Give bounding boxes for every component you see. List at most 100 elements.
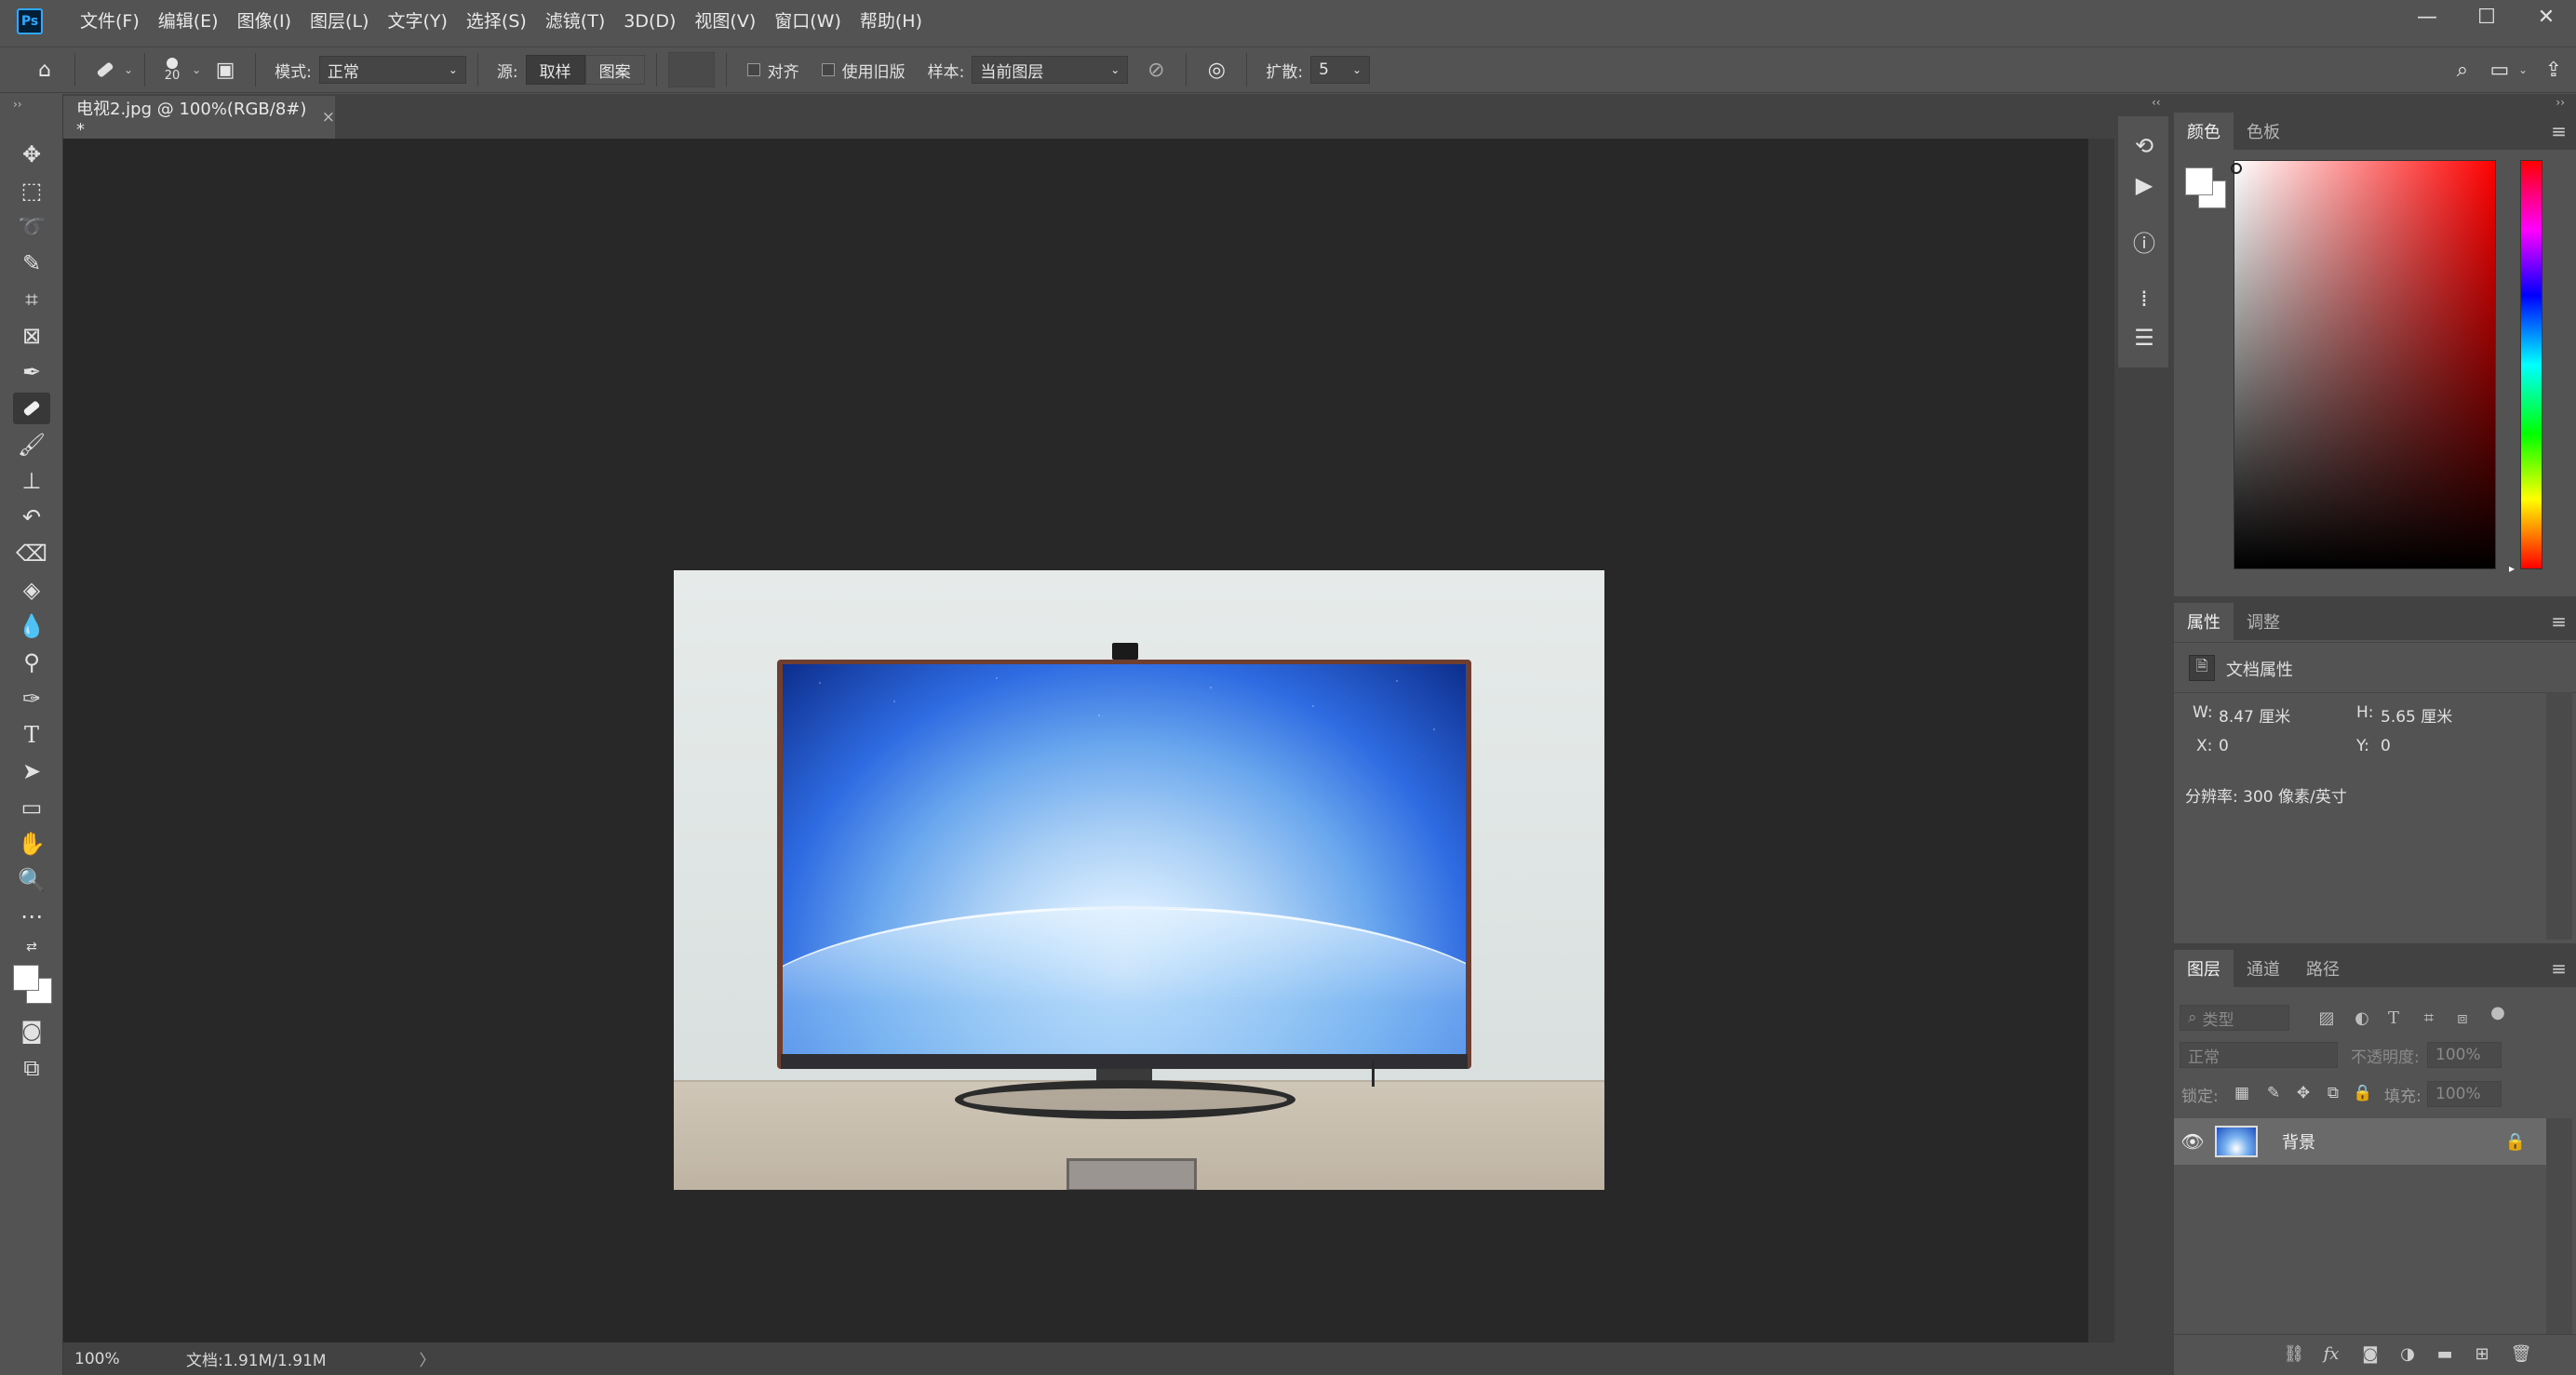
layer-row[interactable]: 👁 背景 🔒 (2174, 1118, 2546, 1165)
fx-icon[interactable]: fx (2317, 1340, 2345, 1368)
info-panel-icon[interactable]: ⓘ (2128, 225, 2160, 257)
color-picker-cursor[interactable] (2231, 163, 2242, 174)
brush-settings-panel-icon[interactable]: ⁞ (2128, 283, 2160, 314)
screen-mode-icon[interactable]: ⧉ (13, 1052, 50, 1084)
new-layer-icon[interactable]: ⊞ (2468, 1340, 2496, 1368)
menu-3d[interactable]: 3D(D) (614, 0, 685, 43)
share-icon[interactable]: ⇪ (2535, 51, 2572, 88)
menu-select[interactable]: 选择(S) (457, 0, 536, 43)
color-saturation-field[interactable] (2234, 160, 2496, 569)
more-tools-icon[interactable]: ⋯ (13, 901, 50, 932)
lasso-icon[interactable]: ➰ (13, 211, 50, 243)
add-mask-icon[interactable]: ◙ (2356, 1340, 2384, 1368)
link-layers-icon[interactable]: ⛓ (2280, 1340, 2308, 1368)
tab-properties[interactable]: 属性 (2174, 603, 2234, 640)
mode-select[interactable]: 正常 ⌄ (318, 56, 466, 84)
tab-channels[interactable]: 通道 (2234, 950, 2293, 987)
lock-artboard-icon[interactable]: ⧉ (2321, 1081, 2345, 1105)
adjustment-filter-icon[interactable]: ◐ (2349, 1005, 2375, 1031)
sample-select[interactable]: 当前图层 ⌄ (972, 56, 1129, 84)
chevron-down-icon[interactable]: ⌄ (124, 63, 133, 76)
hue-slider-marker[interactable]: ▸ (2509, 562, 2515, 575)
tool-presets-panel-icon[interactable]: ☰ (2128, 322, 2160, 354)
eraser-icon[interactable]: ⌫ (13, 538, 50, 569)
tab-swatches[interactable]: 色板 (2234, 113, 2293, 150)
tab-layers[interactable]: 图层 (2174, 950, 2234, 987)
tab-paths[interactable]: 路径 (2293, 950, 2353, 987)
search-icon[interactable]: ⌕ (2444, 51, 2481, 88)
menu-type[interactable]: 文字(Y) (378, 0, 456, 43)
smart-object-filter-icon[interactable]: ⧈ (2449, 1005, 2475, 1031)
diffusion-select[interactable]: 5 ⌄ (1310, 56, 1371, 84)
type-icon[interactable]: T (13, 719, 50, 751)
aligned-checkbox[interactable] (746, 63, 760, 76)
home-icon[interactable]: ⌂ (26, 51, 63, 88)
brush-settings-icon[interactable]: ▣ (207, 51, 244, 88)
blend-mode-select[interactable]: 正常 (2180, 1042, 2338, 1068)
status-menu-arrow[interactable]: 〉 (420, 1347, 436, 1370)
tab-color[interactable]: 颜色 (2174, 113, 2234, 150)
actions-panel-icon[interactable]: ▶ (2128, 169, 2160, 201)
close-tab-icon[interactable]: × (322, 108, 335, 127)
delete-layer-icon[interactable]: 🗑 (2507, 1340, 2535, 1368)
crop-icon[interactable]: ⌗ (13, 284, 50, 315)
menu-filter[interactable]: 滤镜(T) (536, 0, 614, 43)
canvas-scrollbar[interactable] (2088, 139, 2114, 1342)
opacity-input[interactable]: 100% (2427, 1042, 2502, 1068)
move-icon[interactable]: ✥ (13, 139, 50, 170)
fill-input[interactable]: 100% (2427, 1081, 2502, 1107)
pressure-size-icon[interactable]: ◎ (1198, 51, 1235, 88)
menu-edit[interactable]: 编辑(E) (149, 0, 228, 43)
layer-name[interactable]: 背景 (2282, 1129, 2315, 1154)
adjustment-layer-icon[interactable]: ◑ (2394, 1340, 2422, 1368)
menu-layer[interactable]: 图层(L) (301, 0, 378, 43)
lock-image-icon[interactable]: ✎ (2261, 1081, 2286, 1105)
panel-menu-icon[interactable]: ≡ (2551, 957, 2567, 980)
hand-icon[interactable]: ✋ (13, 828, 50, 860)
width-value[interactable]: 8.47 厘米 (2219, 703, 2290, 727)
workspace-icon[interactable]: ▭ (2481, 51, 2518, 88)
pen-icon[interactable]: ✑ (13, 683, 50, 714)
document-tab[interactable]: 电视2.jpg @ 100%(RGB/8#) * × (63, 96, 335, 140)
chevron-down-icon[interactable]: ⌄ (2518, 63, 2528, 76)
brush-icon[interactable]: 🖌 (13, 429, 50, 461)
new-group-icon[interactable]: ▬ (2431, 1340, 2459, 1368)
menu-help[interactable]: 帮助(H) (851, 0, 932, 43)
ignore-adjustment-layers-icon[interactable]: ⊘ (1137, 51, 1174, 88)
filter-toggle-icon[interactable]: ● (2485, 999, 2511, 1025)
zoom-level[interactable]: 100% (63, 1350, 128, 1368)
tool-preset-picker[interactable] (87, 51, 124, 88)
chevron-down-icon[interactable]: ⌄ (192, 63, 201, 76)
pattern-picker[interactable] (667, 52, 715, 87)
swap-colors-icon[interactable]: ⇄ (13, 931, 50, 963)
menu-file[interactable]: 文件(F) (71, 0, 149, 43)
menu-view[interactable]: 视图(V) (685, 0, 765, 43)
zoom-icon[interactable]: 🔍 (13, 864, 50, 896)
layer-filter-select[interactable]: ⌕ 类型 (2180, 1005, 2289, 1031)
visibility-eye-icon[interactable]: 👁 (2174, 1130, 2211, 1153)
pixel-filter-icon[interactable]: ▨ (2314, 1005, 2340, 1031)
source-pattern-button[interactable]: 图案 (584, 55, 645, 85)
maximize-button[interactable]: ☐ (2457, 0, 2516, 33)
type-filter-icon[interactable]: T (2381, 1005, 2407, 1031)
x-value[interactable]: 0 (2219, 737, 2229, 755)
source-sampled-button[interactable]: 取样 (525, 55, 585, 85)
healing-brush-icon[interactable] (13, 393, 50, 424)
lock-position-icon[interactable]: ✥ (2291, 1081, 2315, 1105)
expand-dock-icon[interactable]: ‹‹ (2152, 96, 2161, 109)
legacy-checkbox[interactable] (821, 63, 835, 76)
rectangle-icon[interactable]: ▭ (13, 792, 50, 823)
layers-scrollbar[interactable] (2546, 1118, 2572, 1334)
blur-icon[interactable]: 💧 (13, 610, 50, 642)
menu-image[interactable]: 图像(I) (228, 0, 301, 43)
shape-filter-icon[interactable]: ⌗ (2416, 1005, 2442, 1031)
canvas-area[interactable] (63, 139, 2114, 1342)
history-panel-icon[interactable]: ⟲ (2128, 130, 2160, 162)
hue-slider[interactable] (2520, 160, 2542, 569)
paint-bucket-icon[interactable]: ◈ (13, 574, 50, 606)
document-image[interactable] (674, 570, 1604, 1190)
collapse-toolbar-icon[interactable]: ›› (13, 98, 22, 111)
menu-window[interactable]: 窗口(W) (765, 0, 851, 43)
height-value[interactable]: 5.65 厘米 (2381, 703, 2452, 727)
quick-select-icon[interactable]: ✎ (13, 247, 50, 279)
